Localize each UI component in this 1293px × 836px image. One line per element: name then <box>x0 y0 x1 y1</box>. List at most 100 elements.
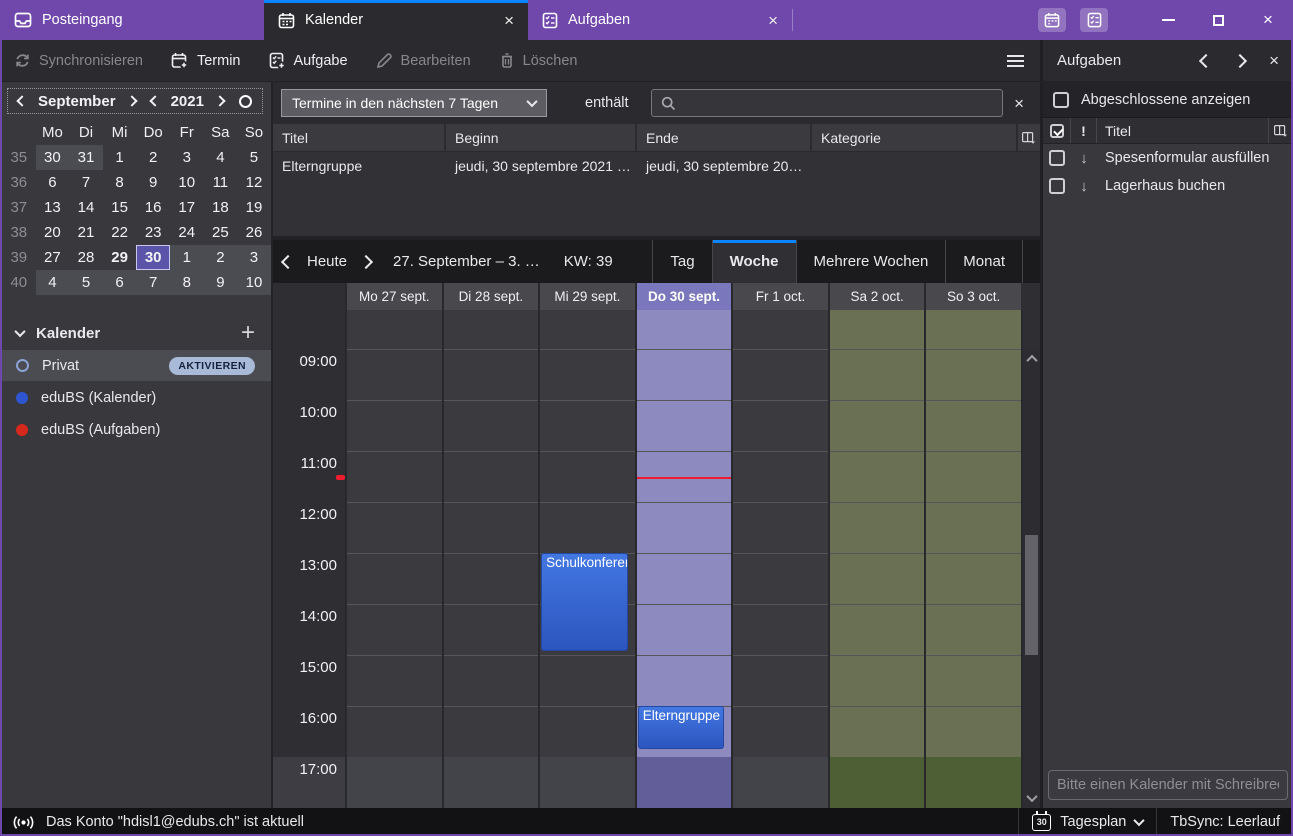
edit-button[interactable]: Bearbeiten <box>376 52 471 69</box>
task-row[interactable]: ↓Lagerhaus buchen <box>1043 172 1293 200</box>
view-tab-monat[interactable]: Monat <box>945 240 1023 283</box>
new-task-button[interactable]: Aufgabe <box>269 52 348 70</box>
minical-day[interactable]: 29 <box>103 245 137 270</box>
column-header-priority[interactable]: ! <box>1071 118 1097 143</box>
event-table-row[interactable]: Elterngruppe jeudi, 30 septembre 2021 … … <box>273 152 1040 180</box>
day-column-normal[interactable] <box>345 310 442 808</box>
search-input[interactable] <box>684 94 993 112</box>
delete-button[interactable]: Löschen <box>499 52 578 69</box>
next-week-button[interactable] <box>351 257 381 267</box>
task-column-picker-button[interactable] <box>1269 118 1293 143</box>
day-column-normal[interactable] <box>442 310 539 808</box>
minical-day[interactable]: 13 <box>36 195 70 220</box>
taskpane-close-icon[interactable]: × <box>1269 52 1279 69</box>
task-checkbox[interactable] <box>1049 150 1065 166</box>
today-button[interactable]: Heute <box>307 253 347 270</box>
minical-day[interactable]: 28 <box>69 245 103 270</box>
day-header[interactable]: Mi 29 sept. <box>538 283 635 310</box>
minical-day[interactable]: 9 <box>204 270 238 295</box>
day-header[interactable]: Sa 2 oct. <box>828 283 925 310</box>
minical-day[interactable]: 3 <box>237 245 271 270</box>
scroll-up-icon[interactable] <box>1023 351 1040 367</box>
scroll-down-icon[interactable] <box>1023 790 1040 806</box>
minical-day[interactable]: 10 <box>170 170 204 195</box>
calendar-list-item[interactable]: eduBS (Kalender) <box>0 382 271 413</box>
next-year-icon[interactable] <box>214 95 225 106</box>
tab-kalender[interactable]: Kalender × <box>264 0 528 40</box>
minical-day[interactable]: 30 <box>36 145 70 170</box>
vertical-scrollbar[interactable] <box>1023 349 1040 808</box>
minical-day[interactable]: 8 <box>170 270 204 295</box>
open-calendar-tab-button[interactable] <box>1038 8 1066 32</box>
minical-day[interactable]: 23 <box>136 220 170 245</box>
today-circle-icon[interactable] <box>239 95 252 108</box>
calendar-list-header[interactable]: Kalender + <box>0 318 271 348</box>
minical-day[interactable]: 6 <box>103 270 137 295</box>
prev-year-icon[interactable] <box>149 95 160 106</box>
minical-day[interactable]: 27 <box>36 245 70 270</box>
minical-day[interactable]: 5 <box>69 270 103 295</box>
clear-filter-icon[interactable]: × <box>1014 95 1024 112</box>
new-event-button[interactable]: Termin <box>171 52 241 70</box>
minical-day[interactable]: 6 <box>36 170 70 195</box>
view-tab-woche[interactable]: Woche <box>712 240 796 283</box>
day-column-today[interactable]: Elterngruppe <box>635 310 732 808</box>
scrollbar-thumb[interactable] <box>1025 535 1038 655</box>
tab-posteingang[interactable]: Posteingang <box>0 0 264 40</box>
minical-day[interactable]: 18 <box>204 195 238 220</box>
minimize-button[interactable] <box>1143 0 1193 40</box>
minical-day[interactable]: 16 <box>136 195 170 220</box>
day-column-normal[interactable] <box>731 310 828 808</box>
column-header-kategorie[interactable]: Kategorie <box>812 124 1018 151</box>
minical-day[interactable]: 20 <box>36 220 70 245</box>
minical-day[interactable]: 14 <box>69 195 103 220</box>
activate-badge[interactable]: AKTIVIEREN <box>169 357 255 375</box>
minical-day[interactable]: 2 <box>136 145 170 170</box>
day-column-weekend[interactable] <box>924 310 1021 808</box>
column-header-done[interactable] <box>1043 118 1071 143</box>
day-column-weekend[interactable] <box>828 310 925 808</box>
app-menu-button[interactable] <box>1007 55 1024 67</box>
column-header-title[interactable]: Titel <box>1097 118 1269 143</box>
minical-day[interactable]: 17 <box>170 195 204 220</box>
minical-day[interactable]: 19 <box>237 195 271 220</box>
minical-day[interactable]: 10 <box>237 270 271 295</box>
event-range-select[interactable]: Termine in den nächsten 7 Tagen <box>281 89 547 117</box>
calendar-list-item[interactable]: eduBS (Aufgaben) <box>0 414 271 445</box>
minical-day[interactable]: 2 <box>204 245 238 270</box>
minical-day[interactable]: 7 <box>136 270 170 295</box>
minical-day[interactable]: 9 <box>136 170 170 195</box>
minical-day[interactable]: 24 <box>170 220 204 245</box>
open-tasks-tab-button[interactable] <box>1080 8 1108 32</box>
taskpane-next-icon[interactable] <box>1233 53 1247 67</box>
close-window-button[interactable]: × <box>1243 0 1293 40</box>
minical-day[interactable]: 25 <box>204 220 238 245</box>
task-row[interactable]: ↓Spesenformular ausfüllen <box>1043 144 1293 172</box>
prev-week-button[interactable] <box>273 257 303 267</box>
tab-aufgaben[interactable]: Aufgaben × <box>528 0 792 40</box>
calendar-event[interactable]: Elterngruppe <box>638 706 725 749</box>
calendar-event[interactable]: Schulkonferenz <box>541 553 628 651</box>
minical-day[interactable]: 8 <box>103 170 137 195</box>
day-header-today[interactable]: Do 30 sept. <box>635 283 732 310</box>
maximize-button[interactable] <box>1193 0 1243 40</box>
day-header[interactable]: Di 28 sept. <box>442 283 539 310</box>
minical-day[interactable]: 15 <box>103 195 137 220</box>
day-plan-dropdown[interactable]: 30 Tagesplan <box>1018 808 1156 836</box>
day-header[interactable]: So 3 oct. <box>924 283 1021 310</box>
day-header[interactable]: Mo 27 sept. <box>345 283 442 310</box>
minical-day[interactable]: 30 <box>136 245 170 270</box>
column-header-titel[interactable]: Titel <box>273 124 446 151</box>
close-tab-icon[interactable]: × <box>504 12 514 29</box>
column-picker-button[interactable] <box>1018 124 1040 151</box>
minical-day[interactable]: 31 <box>69 145 103 170</box>
synchronize-button[interactable]: Synchronisieren <box>14 52 143 69</box>
minical-day[interactable]: 22 <box>103 220 137 245</box>
minical-day[interactable]: 5 <box>237 145 271 170</box>
new-task-input[interactable] <box>1048 770 1288 800</box>
task-checkbox[interactable] <box>1049 178 1065 194</box>
close-tab-icon[interactable]: × <box>768 12 778 29</box>
minical-day[interactable]: 26 <box>237 220 271 245</box>
minical-day[interactable]: 1 <box>170 245 204 270</box>
calendar-list-item[interactable]: PrivatAKTIVIEREN <box>0 350 271 381</box>
